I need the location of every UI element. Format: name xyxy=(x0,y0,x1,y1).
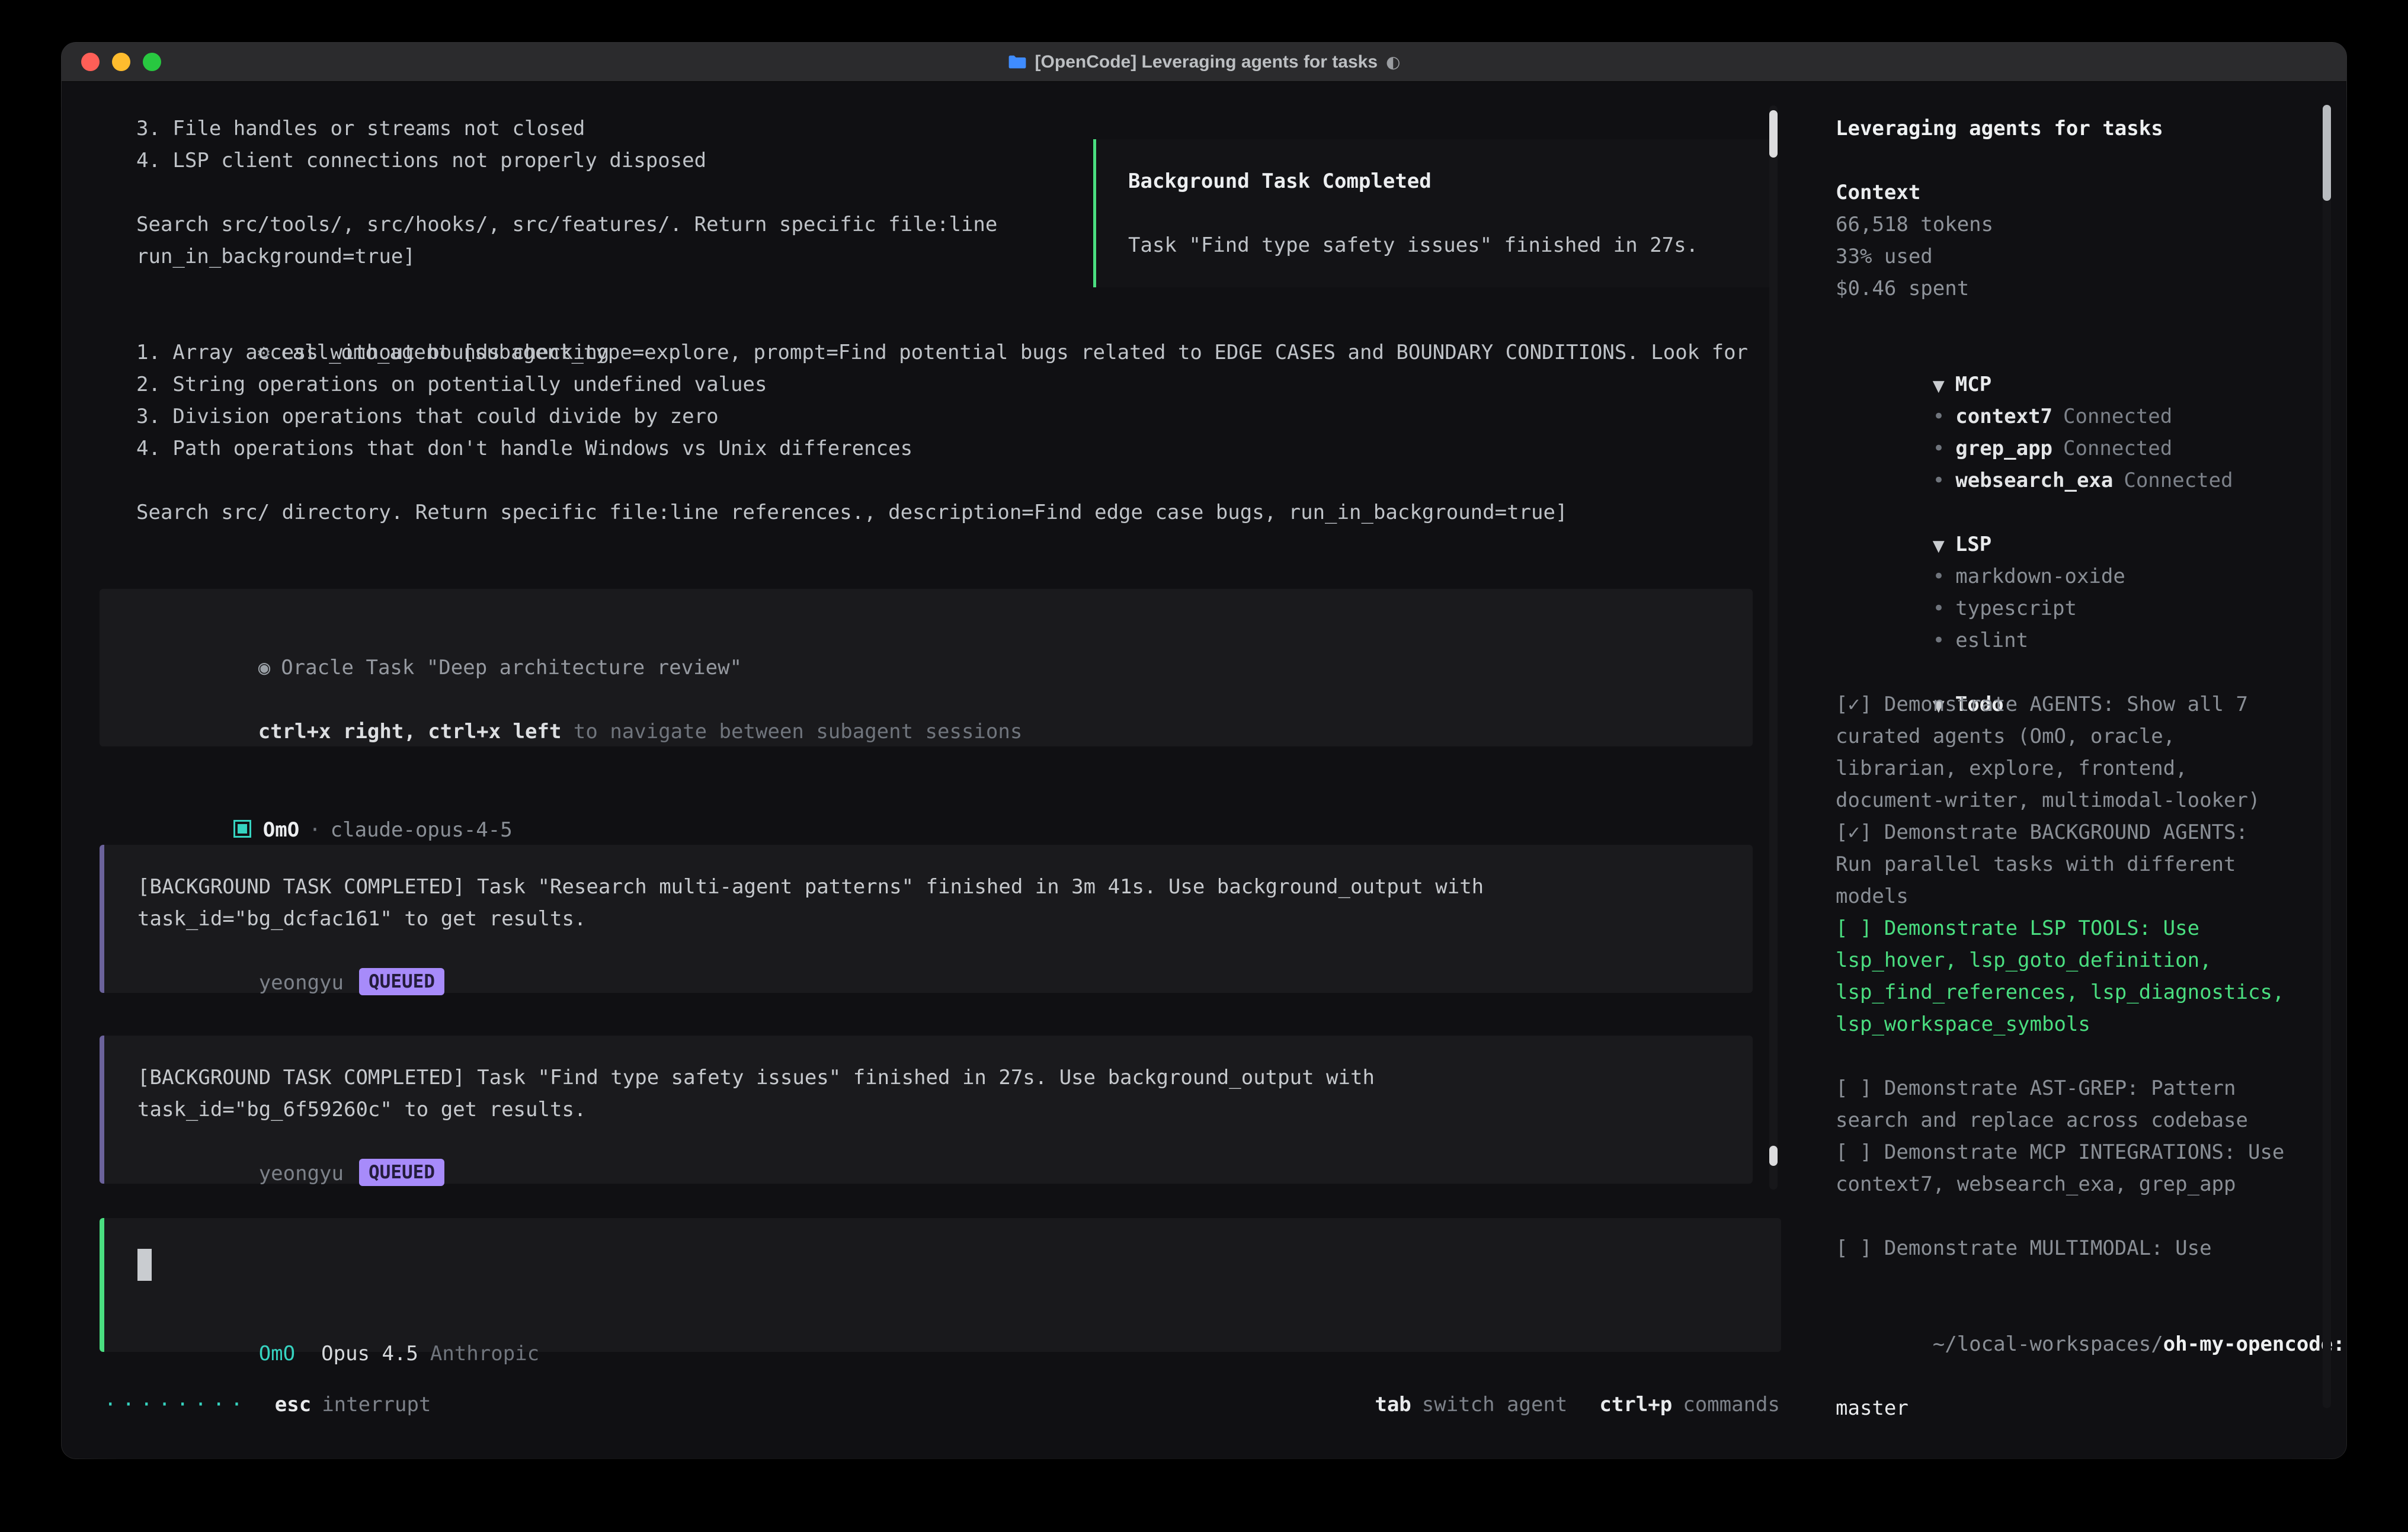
folder-icon xyxy=(1008,55,1027,70)
queued-badge: QUEUED xyxy=(359,1159,444,1186)
chevron-down-icon: ▼ xyxy=(1933,537,1945,555)
workspace-path: ~/local-workspaces/oh-my-opencode: xyxy=(1836,1296,2295,1392)
task-message-line: task_id="bg_6f59260c" to get results. xyxy=(137,1094,1729,1126)
app-content: 3. File handles or streams not closed 4.… xyxy=(62,82,2346,1458)
lsp-section-heading[interactable]: ▼LSP xyxy=(1836,496,2346,528)
terminal-window: [OpenCode] Leveraging agents for tasks ◐… xyxy=(62,43,2346,1459)
scrollbar-thumb[interactable] xyxy=(1769,1146,1778,1166)
mcp-section-heading[interactable]: ▼MCP xyxy=(1836,336,2346,368)
input-provider-name: Anthropic xyxy=(430,1342,539,1366)
tool-call-footer: Search src/ directory. Return specific f… xyxy=(136,496,1810,528)
spinner-dots-icon: ········ xyxy=(104,1393,249,1416)
agent-name: OmO xyxy=(263,818,299,842)
todo-item: [ ] Demonstrate LSP TOOLS: Use lsp_hover… xyxy=(1836,912,2295,1040)
bullet-icon: • xyxy=(1933,597,1945,620)
esc-key-hint: esc xyxy=(275,1393,311,1416)
scrollbar-thumb[interactable] xyxy=(2323,105,2331,201)
session-timer-icon: ◐ xyxy=(1386,52,1400,72)
background-task-message: [BACKGROUND TASK COMPLETED] Task "Resear… xyxy=(100,845,1753,993)
task-message-meta: yeongyuQUEUED xyxy=(137,1126,1729,1158)
agent-header: OmO·claude-opus-4-5 xyxy=(136,782,1810,814)
minimize-window-button[interactable] xyxy=(112,53,130,71)
bullet-icon: • xyxy=(1933,405,1945,428)
queued-badge: QUEUED xyxy=(359,968,444,995)
workspace-branch: master xyxy=(1836,1392,2346,1424)
traffic-lights xyxy=(62,53,161,71)
bullet-icon: • xyxy=(1933,565,1945,588)
task-author: yeongyu xyxy=(259,1162,344,1185)
input-agent-name: OmO xyxy=(259,1342,295,1366)
oracle-task-title: Oracle Task "Deep architecture review" xyxy=(281,656,742,680)
tab-key-hint: tab xyxy=(1375,1393,1411,1416)
ctrlp-key-hint: ctrl+p xyxy=(1599,1393,1672,1416)
chevron-down-icon: ▼ xyxy=(1933,377,1945,395)
context-tokens: 66,518 tokens xyxy=(1836,209,2346,241)
hint-description: to navigate between subagent sessions xyxy=(561,720,1022,743)
task-message-line: [BACKGROUND TASK COMPLETED] Task "Find t… xyxy=(137,1062,1729,1094)
main-scrollbar[interactable] xyxy=(1769,105,1778,1190)
input-model-name: Opus 4.5 xyxy=(321,1342,418,1366)
agent-model: claude-opus-4-5 xyxy=(331,818,513,842)
terminal-main-pane[interactable]: 3. File handles or streams not closed 4.… xyxy=(62,82,1810,1458)
background-task-notification[interactable]: Background Task Completed Task "Find typ… xyxy=(1093,139,1777,287)
task-message-line: task_id="bg_dcfac161" to get results. xyxy=(137,903,1729,935)
status-bar: ········ esc interrupt tab switch agent … xyxy=(100,1389,1810,1421)
todo-item: [ ] Demonstrate AST-GREP: Pattern search… xyxy=(1836,1072,2295,1136)
notification-body: Task "Find type safety issues" finished … xyxy=(1128,229,1742,261)
hint-keybindings: ctrl+x right, ctrl+x left xyxy=(258,720,562,743)
window-title: [OpenCode] Leveraging agents for tasks ◐ xyxy=(62,52,2346,72)
bullet-icon: • xyxy=(1933,469,1945,492)
agent-icon xyxy=(233,820,251,838)
bullet-icon: • xyxy=(1933,629,1945,652)
session-title: Leveraging agents for tasks xyxy=(1836,113,2346,145)
oracle-task-icon: ◉ xyxy=(258,656,270,680)
ctrlp-key-label: commands xyxy=(1683,1393,1780,1416)
tool-call-line: ⚙call_omo_agent [subagent_type=explore, … xyxy=(136,305,1810,336)
oracle-task-panel[interactable]: ◉Oracle Task "Deep architecture review" … xyxy=(100,589,1753,746)
tool-call-item: 4. Path operations that don't handle Win… xyxy=(136,432,1810,464)
background-task-message: [BACKGROUND TASK COMPLETED] Task "Find t… xyxy=(100,1036,1753,1184)
status-bar-right: tab switch agent ctrl+p commands xyxy=(1375,1393,1780,1416)
model-indicator: OmOOpus 4.5Anthropic xyxy=(137,1306,1744,1338)
sidebar-scrollbar[interactable] xyxy=(2323,105,2331,1408)
separator-dot: · xyxy=(309,818,321,842)
todo-item: [✓] Demonstrate BACKGROUND AGENTS: Run p… xyxy=(1836,816,2295,912)
tool-call-item: 2. String operations on potentially unde… xyxy=(136,368,1810,400)
blank-line xyxy=(136,464,1810,496)
status-bar-left: ········ esc interrupt xyxy=(104,1393,431,1416)
session-sidebar[interactable]: Leveraging agents for tasks Context 66,5… xyxy=(1810,82,2346,1458)
notification-title: Background Task Completed xyxy=(1128,165,1742,197)
zoom-window-button[interactable] xyxy=(143,53,161,71)
oracle-task-title-line: ◉Oracle Task "Deep architecture review" xyxy=(137,620,1753,652)
task-author: yeongyu xyxy=(259,971,344,995)
esc-key-label: interrupt xyxy=(322,1393,431,1416)
todo-item: [✓] Demonstrate AGENTS: Show all 7 curat… xyxy=(1836,688,2295,816)
scrollbar-thumb[interactable] xyxy=(1769,110,1778,158)
close-window-button[interactable] xyxy=(81,53,100,71)
task-message-line: [BACKGROUND TASK COMPLETED] Task "Resear… xyxy=(137,871,1729,903)
bullet-icon: • xyxy=(1933,437,1945,460)
context-spent: $0.46 spent xyxy=(1836,273,2346,305)
todo-item: [ ] Demonstrate MULTIMODAL: Use xyxy=(1836,1232,2295,1264)
tool-call-item: 3. Division operations that could divide… xyxy=(136,400,1810,432)
task-message-meta: yeongyuQUEUED xyxy=(137,935,1729,967)
context-heading: Context xyxy=(1836,177,2346,209)
window-titlebar[interactable]: [OpenCode] Leveraging agents for tasks ◐ xyxy=(62,43,2346,82)
blank-line xyxy=(1128,197,1742,229)
oracle-hint-line: ctrl+x right, ctrl+x left to navigate be… xyxy=(137,684,1753,716)
todo-item: [ ] Demonstrate MCP INTEGRATIONS: Use co… xyxy=(1836,1136,2295,1200)
prompt-input[interactable]: OmOOpus 4.5Anthropic xyxy=(100,1218,1781,1352)
tab-key-label: switch agent xyxy=(1422,1393,1568,1416)
window-title-text: [OpenCode] Leveraging agents for tasks xyxy=(1035,52,1378,72)
text-cursor xyxy=(137,1249,152,1281)
todo-section-heading[interactable]: ▼Todo xyxy=(1836,656,2346,688)
version-info: •OpenCode1.0.163 xyxy=(1836,1456,2346,1459)
context-used: 33% used xyxy=(1836,241,2346,273)
